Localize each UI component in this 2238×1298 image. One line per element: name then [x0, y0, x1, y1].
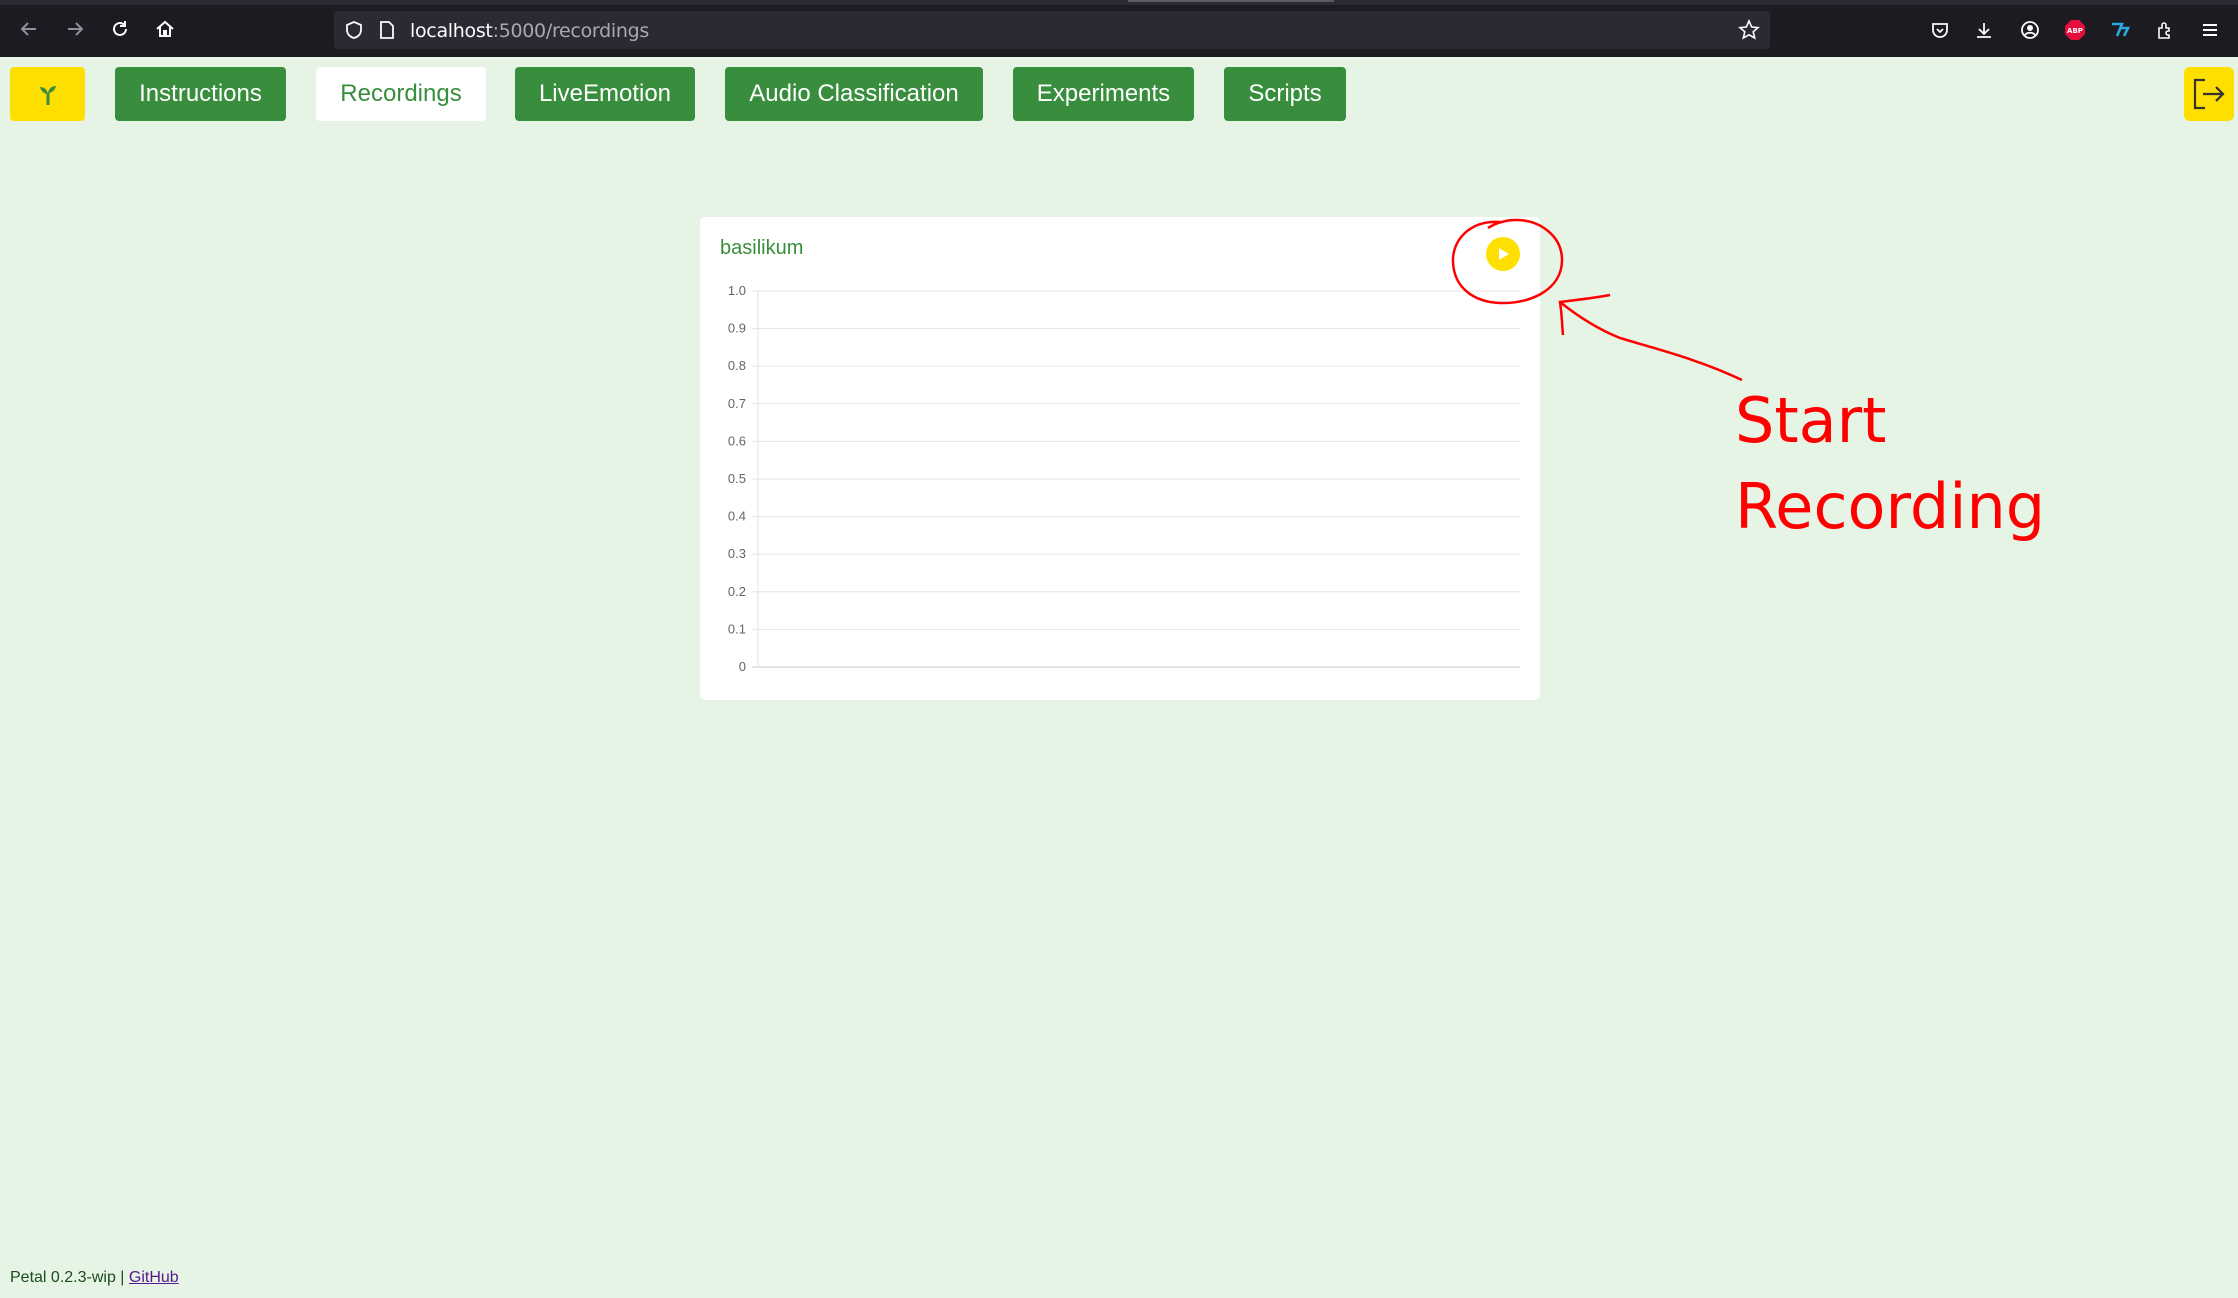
start-recording-button[interactable] [1486, 237, 1520, 271]
pocket-icon[interactable] [1926, 16, 1954, 44]
adblock-icon[interactable]: ABP [2061, 16, 2089, 44]
y-tick-label: 0.3 [728, 546, 746, 561]
tab-experiments[interactable]: Experiments [1013, 67, 1194, 121]
y-tick-label: 0.2 [728, 584, 746, 599]
play-icon [1499, 248, 1509, 260]
home-icon[interactable] [150, 14, 180, 44]
reload-icon[interactable] [105, 14, 135, 44]
annotation-line-1: Start [1735, 384, 1887, 457]
bookmark-star-icon[interactable] [1738, 19, 1760, 41]
app-navbar: Instructions Recordings LiveEmotion Audi… [0, 57, 2238, 137]
extensions-puzzle-icon[interactable] [2151, 16, 2179, 44]
back-arrow-icon[interactable] [14, 14, 44, 44]
annotation-arrow-head [1558, 293, 1611, 336]
tab-recordings[interactable]: Recordings [316, 67, 486, 121]
annotation-text: Start Recording [1735, 378, 2045, 550]
tab-audio-classification[interactable]: Audio Classification [725, 67, 983, 121]
plant-name: basilikum [720, 237, 804, 259]
extension-translate-icon[interactable] [2106, 16, 2134, 44]
address-bar[interactable]: localhost:5000/recordings [334, 11, 1770, 49]
account-icon[interactable] [2016, 16, 2044, 44]
hamburger-menu-icon[interactable] [2196, 16, 2224, 44]
url-host: localhost [410, 20, 493, 42]
download-icon[interactable] [1970, 16, 1998, 44]
page-icon [380, 21, 394, 39]
y-tick-label: 0.6 [728, 433, 746, 448]
tab-strip [0, 0, 2238, 5]
github-link[interactable]: GitHub [129, 1269, 179, 1286]
y-tick-label: 0.9 [728, 321, 746, 336]
forward-arrow-icon[interactable] [60, 14, 90, 44]
version-text: Petal 0.2.3-wip | [10, 1269, 125, 1286]
annotation-arrow-shaft [1559, 301, 1743, 382]
recording-chart: 1.0 0.9 0.8 0.7 0.6 0.5 0.4 0.3 0.2 0.1 0 [728, 283, 1520, 674]
y-tick-label: 0 [739, 659, 746, 674]
logo-button[interactable] [10, 67, 85, 121]
y-tick-label: 0.4 [728, 509, 746, 524]
active-tab-indicator [1128, 0, 1334, 2]
logout-icon [2193, 78, 2225, 110]
annotation-line-2: Recording [1735, 470, 2046, 543]
logout-button[interactable] [2184, 67, 2234, 121]
sprout-icon [39, 86, 56, 105]
recording-card: 1.0 0.9 0.8 0.7 0.6 0.5 0.4 0.3 0.2 0.1 0 basiliku… [700, 217, 1540, 700]
svg-text:ABP: ABP [2067, 27, 2083, 35]
tab-instructions[interactable]: Instructions [115, 67, 286, 121]
y-tick-label: 0.1 [728, 621, 746, 636]
browser-toolbar: localhost:5000/recordings ABP [0, 0, 2238, 57]
footer: Petal 0.2.3-wip | GitHub [10, 1269, 179, 1287]
y-tick-label: 1.0 [728, 283, 746, 298]
url-text[interactable]: localhost:5000/recordings [410, 20, 649, 42]
y-tick-label: 0.7 [728, 396, 746, 411]
y-tick-label: 0.8 [728, 358, 746, 373]
y-tick-label: 0.5 [728, 471, 746, 486]
shield-icon[interactable] [344, 20, 364, 40]
url-path: :5000/recordings [492, 20, 650, 42]
tab-liveemotion[interactable]: LiveEmotion [515, 67, 695, 121]
tab-scripts[interactable]: Scripts [1224, 67, 1346, 121]
